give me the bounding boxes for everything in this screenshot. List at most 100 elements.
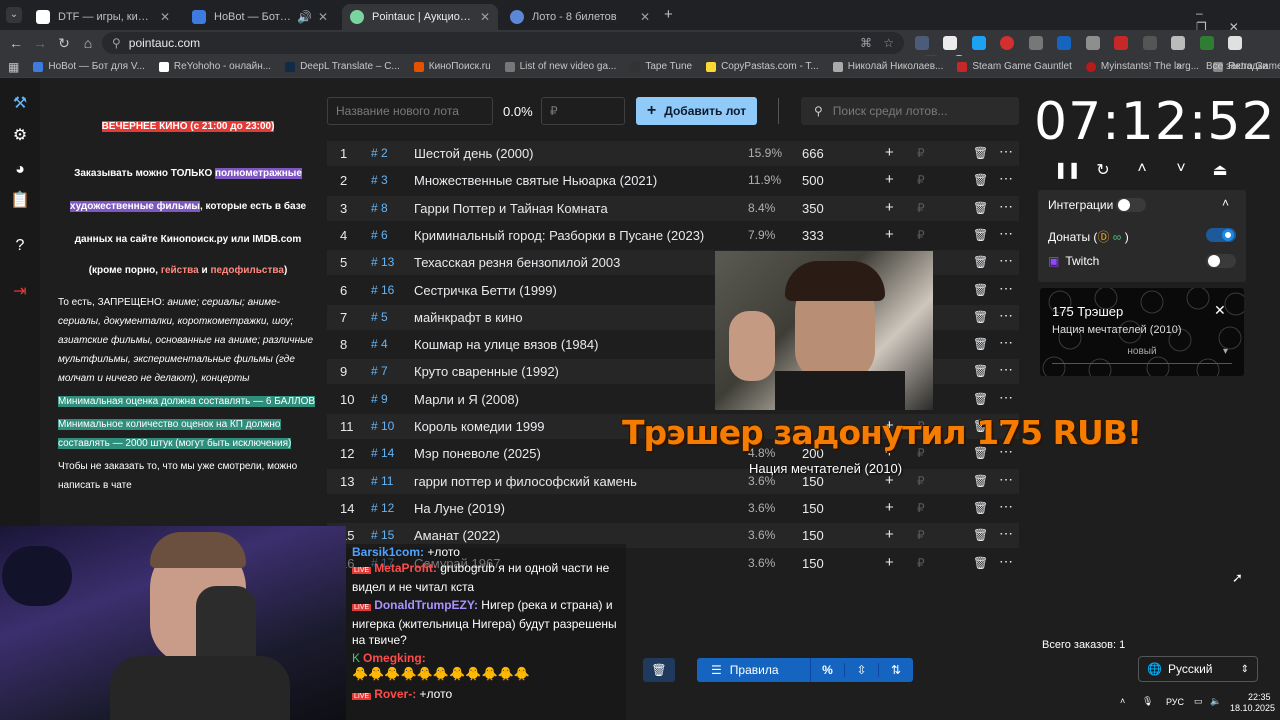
tab-hobot[interactable]: HoBot — Бот для VK Video🔊✕ [184,4,336,30]
more-bookmarks-icon[interactable]: » [1176,60,1182,72]
lot-name[interactable]: гарри поттер и философский камень [414,474,637,489]
lot-name[interactable]: майнкрафт в кино [414,310,523,325]
new-tab-button[interactable]: + [664,6,673,23]
twitch-toggle[interactable] [1206,254,1236,268]
lot-amount[interactable]: 350 [802,201,824,216]
delete-trash-icon[interactable]: 🗑 [973,392,988,406]
chevron-down-icon[interactable]: ˅ [1171,160,1191,178]
lot-amount[interactable]: 150 [802,528,824,543]
delete-trash-icon[interactable]: 🗑 [973,283,988,297]
settings-gear-icon[interactable]: ⚙ [10,126,30,146]
ruble-input[interactable]: ₽ [917,501,925,515]
more-options-icon[interactable]: ⋯ [999,389,1013,406]
lot-amount[interactable]: 150 [802,556,824,571]
clock-date[interactable]: 18.10.2025 [1230,703,1275,713]
percent-toggle-button[interactable]: % [811,663,845,677]
ruble-input[interactable]: ₽ [917,474,925,488]
add-amount-plus-icon[interactable]: + [885,171,894,188]
bookmark-item[interactable]: DeepL Translate – С... [285,61,400,72]
delete-trash-icon[interactable]: 🗑 [973,173,988,187]
bookmark-item[interactable]: Николай Николаев... [832,61,943,72]
more-options-icon[interactable]: ⋯ [999,252,1013,269]
sort-icon[interactable]: ⇅ [879,663,913,677]
reset-icon[interactable]: ↻ [1093,160,1113,180]
close-icon[interactable]: ✕ [160,10,170,24]
add-amount-plus-icon[interactable]: + [885,499,894,516]
amount-input[interactable]: ₽ [541,97,625,125]
compact-icon[interactable]: ⇳ [845,663,879,677]
forward-arrow-icon[interactable]: → [28,35,52,51]
delete-trash-icon[interactable]: 🗑 [973,337,988,351]
ruble-input[interactable]: ₽ [917,146,925,160]
more-options-icon[interactable]: ⋯ [999,334,1013,351]
tray-chevron-icon[interactable]: ˄ [1120,696,1125,706]
address-bar[interactable]: ⚲ pointauc.com ⌘ ☆ [102,32,904,54]
delete-trash-icon[interactable]: 🗑 [973,146,988,160]
more-options-icon[interactable]: ⋯ [999,307,1013,324]
more-options-icon[interactable]: ⋯ [999,280,1013,297]
delete-trash-icon[interactable]: 🗑 [973,201,988,215]
translate-icon[interactable]: ⌘ [860,36,872,50]
more-options-icon[interactable]: ⋯ [999,198,1013,215]
extension-icon[interactable] [1142,36,1157,50]
extension-icon[interactable] [1199,36,1214,50]
more-options-icon[interactable]: ⋯ [999,525,1013,542]
delete-trash-icon[interactable]: 🗑 [973,528,988,542]
ruble-input[interactable]: ₽ [917,528,925,542]
lot-name[interactable]: Гарри Поттер и Тайная Комната [414,201,608,216]
ruble-input[interactable]: ₽ [917,556,925,570]
extension-icon[interactable] [943,36,958,50]
close-icon[interactable]: ✕ [640,10,650,24]
close-icon[interactable]: ✕ [318,10,328,24]
ruble-input[interactable]: ₽ [917,228,925,242]
all-bookmarks-button[interactable]: Все закладки [1206,61,1268,72]
logout-icon[interactable]: ⇥ [10,282,30,302]
double-up-icon[interactable]: ⏏ [1210,160,1230,180]
extension-icon[interactable] [971,36,986,50]
new-lot-input[interactable]: Название нового лота [327,97,493,125]
bookmark-item[interactable]: CopyPastas.com - T... [706,61,819,72]
gavel-icon[interactable]: ⚒ [10,94,30,114]
extension-icon[interactable] [1028,36,1043,50]
extension-icon[interactable] [1114,36,1129,50]
microphone-icon[interactable]: 🎙 [1142,696,1153,707]
extension-icon[interactable] [1171,36,1186,50]
delete-trash-icon[interactable]: 🗑 [973,255,988,269]
more-options-icon[interactable]: ⋯ [999,225,1013,242]
collapse-chevron-icon[interactable]: ˄ [1222,196,1229,210]
extension-icon[interactable] [1057,36,1072,50]
bookmark-item[interactable]: ReYohoho - онлайн... [158,61,271,72]
bookmark-item[interactable]: КиноПоиск.ru [413,61,491,72]
donations-toggle[interactable] [1206,228,1236,242]
lot-name[interactable]: Круто сваренные (1992) [414,364,559,379]
add-amount-plus-icon[interactable]: + [885,526,894,543]
integrations-toggle[interactable] [1116,198,1146,212]
add-amount-plus-icon[interactable]: + [885,554,894,571]
bookmark-item[interactable]: HoBot — Бот для V... [33,61,145,72]
extension-icon[interactable] [1000,36,1015,50]
lot-amount[interactable]: 500 [802,173,824,188]
more-options-icon[interactable]: ⋯ [999,361,1013,378]
ruble-input[interactable]: ₽ [917,173,925,187]
extension-icon[interactable] [915,36,929,50]
extension-icon[interactable] [1085,36,1100,50]
lot-name[interactable]: Мэр поневоле (2025) [414,446,541,461]
bookmark-item[interactable]: List of new video ga... [504,61,616,72]
monitor-icon[interactable]: ▭ [1194,696,1203,707]
clock-time[interactable]: 22:35 [1248,692,1271,702]
delete-trash-icon[interactable]: 🗑 [973,474,988,488]
lot-name[interactable]: Множественные святые Ньюарка (2021) [414,173,657,188]
speaker-icon[interactable]: 🔊 [297,10,312,24]
delete-trash-icon[interactable]: 🗑 [973,364,988,378]
clear-list-button[interactable]: 🗑 [643,658,675,682]
lot-amount[interactable]: 333 [802,228,824,243]
more-options-icon[interactable]: ⋯ [999,553,1013,570]
lot-name[interactable]: Марли и Я (2008) [414,392,519,407]
close-icon[interactable]: ✕ [480,10,490,24]
wheel-icon[interactable]: ◕ [10,160,30,180]
bookmark-star-icon[interactable]: ☆ [883,36,894,50]
add-amount-plus-icon[interactable]: + [885,144,894,161]
lot-name[interactable]: Сестричка Бетти (1999) [414,283,557,298]
site-info-icon[interactable]: ⚲ [112,36,121,50]
input-language[interactable]: РУС [1166,697,1184,707]
